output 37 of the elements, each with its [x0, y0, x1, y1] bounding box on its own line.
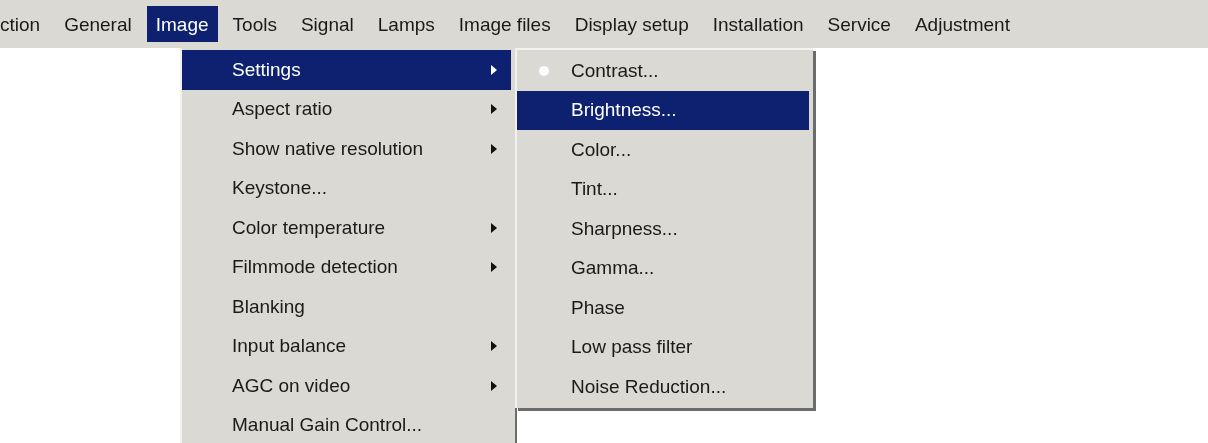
- menu-item[interactable]: Manual Gain Control...: [182, 405, 511, 443]
- submenu-arrow-icon: [491, 143, 497, 154]
- submenu-arrow-icon: [491, 380, 497, 391]
- menu-item[interactable]: Low pass filter: [517, 327, 809, 367]
- menu-bar-item[interactable]: Display setup: [565, 6, 698, 42]
- menu-bar-item[interactable]: Installation: [703, 6, 813, 42]
- submenu-arrow-icon: [491, 222, 497, 233]
- menu-item[interactable]: Keystone...: [182, 168, 511, 208]
- menu-bar-item[interactable]: ction: [0, 6, 50, 42]
- submenu-arrow-icon: [491, 341, 497, 352]
- menu-item[interactable]: Gamma...: [517, 248, 809, 288]
- menu-bar-item[interactable]: Image files: [449, 6, 560, 42]
- menu-item[interactable]: Filmmode detection: [182, 247, 511, 287]
- submenu-arrow-icon: [491, 64, 497, 75]
- menu-bar-item[interactable]: Adjustment: [905, 6, 1019, 42]
- menu-item[interactable]: AGC on video: [182, 366, 511, 406]
- menu-item[interactable]: Blanking: [182, 287, 511, 327]
- submenu-arrow-icon: [491, 262, 497, 273]
- menu-bar-item[interactable]: Service: [818, 6, 900, 42]
- menu-item[interactable]: Tint...: [517, 169, 809, 209]
- menu-bar-item[interactable]: Image: [146, 6, 218, 42]
- menu-item[interactable]: Sharpness...: [517, 209, 809, 249]
- menu-bar-item[interactable]: Lamps: [368, 6, 444, 42]
- menu-item[interactable]: Contrast...: [517, 51, 809, 91]
- menu-item[interactable]: Phase: [517, 288, 809, 328]
- menu-item[interactable]: Noise Reduction...: [517, 367, 809, 407]
- menu-item[interactable]: Brightness...: [517, 90, 809, 130]
- menu-bar-item[interactable]: General: [55, 6, 141, 42]
- menu-bar-item[interactable]: Tools: [223, 6, 286, 42]
- menu-item[interactable]: Color...: [517, 130, 809, 170]
- submenu-arrow-icon: [491, 104, 497, 115]
- menu-item[interactable]: Input balance: [182, 326, 511, 366]
- menu-item[interactable]: Show native resolution: [182, 129, 511, 169]
- menu-item[interactable]: Aspect ratio: [182, 89, 511, 129]
- menu-item[interactable]: Color temperature: [182, 208, 511, 248]
- menu-item[interactable]: Settings: [182, 50, 511, 90]
- menu-bar-item[interactable]: Signal: [291, 6, 363, 42]
